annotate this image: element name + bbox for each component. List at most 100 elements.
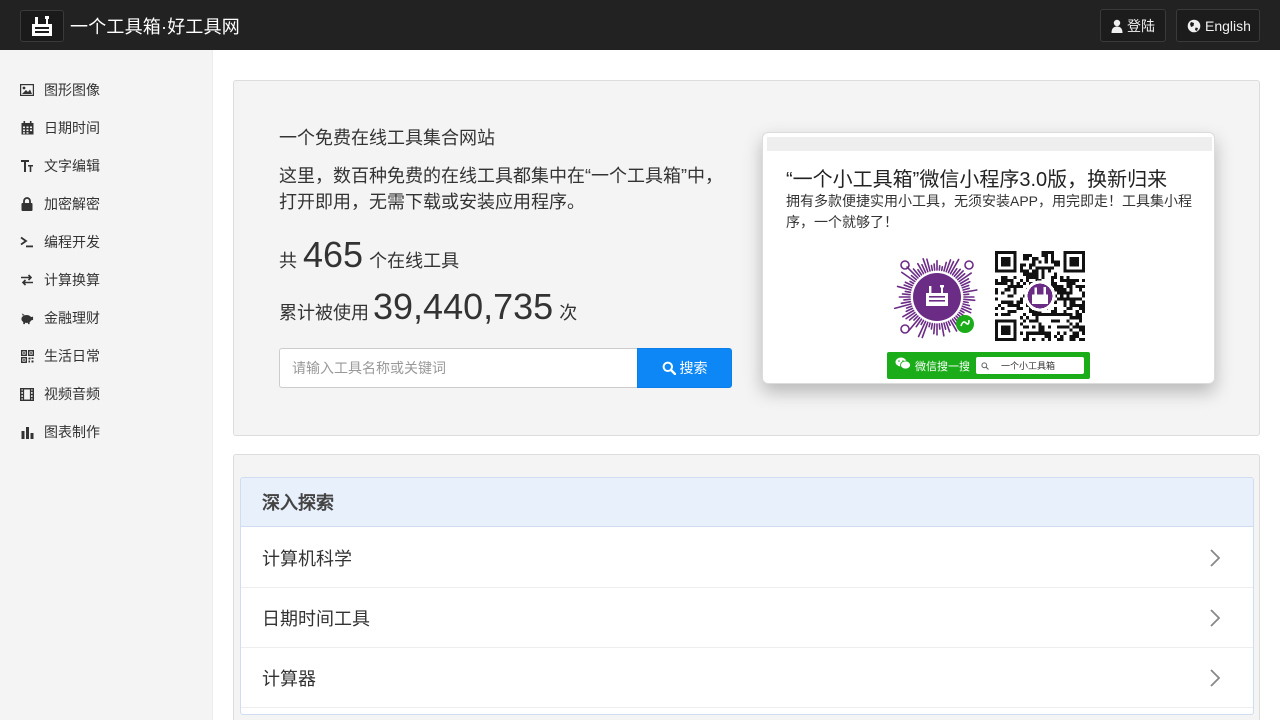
qr-cell [1078,313,1082,317]
qr-cell [1078,325,1082,329]
qr-cell [1078,319,1082,323]
qr-cell [1081,303,1085,307]
exchange-icon [20,273,34,287]
qr-cell [1078,306,1082,310]
qr-cell [1022,269,1027,273]
qr-cell [1050,260,1054,264]
qr-cell [1032,275,1036,279]
qr-cell [1026,254,1030,258]
qr-cell [1047,251,1051,255]
qr-cell [1032,263,1036,267]
qr-cell [1010,282,1014,286]
qr-cell [1041,325,1045,329]
qr-cell [1050,275,1054,279]
language-button[interactable]: English [1176,9,1260,42]
qr-cell [1004,313,1008,317]
sidebar-item-charts[interactable]: 图表制作 [0,413,213,451]
mini-program-promo-card[interactable]: “一个小工具箱”微信小程序3.0版，换新归来 拥有多款便捷实用小工具，无须安装A… [762,132,1215,384]
qr-cell [1066,297,1070,301]
qr-cell [1029,319,1033,323]
sidebar-item-datetime[interactable]: 日期时间 [0,109,213,147]
qr-cell [1007,294,1011,298]
qr-cell [1044,254,1048,258]
qr-cell [1044,251,1048,255]
qr-cell [1026,275,1030,279]
sidebar-item-label: 计算换算 [44,272,100,288]
qr-cell [1044,260,1048,264]
explore-item-computer-science[interactable]: 计算机科学 [241,528,1253,588]
qr-cell [1057,331,1061,335]
qr-cell [1066,291,1070,295]
qr-cell [998,282,1002,286]
qr-cell [1019,300,1023,304]
login-button[interactable]: 登陆 [1100,9,1166,42]
qr-cell [1075,313,1079,317]
qr-cell [1069,303,1073,307]
qr-cell [1072,325,1076,329]
search-button[interactable]: 搜索 [637,348,732,388]
qr-cell [1032,272,1036,276]
qr-cell [1081,306,1085,310]
chevron-right-icon [1209,668,1221,688]
qr-cell [1007,288,1011,292]
toolbox-logo-icon [20,10,64,42]
code-ray [962,289,978,294]
qr-cell [1050,278,1054,283]
explore-heading: 深入探索 [241,478,1253,527]
explore-item-datetime-tools[interactable]: 日期时间工具 [241,588,1253,648]
qr-cell [1007,313,1011,317]
sidebar-item-programming[interactable]: 编程开发 [0,223,213,261]
code-ray [933,263,936,271]
qr-cell [1007,309,1011,314]
qr-cell [1081,309,1085,314]
sidebar-item-calculation[interactable]: 计算换算 [0,261,213,299]
qr-cell [1069,316,1073,320]
qr-cell [1022,325,1027,329]
user-icon [1111,19,1123,33]
qr-cell [1078,328,1082,332]
wechat-search-bar[interactable]: 微信搜一搜 一个小工具箱 [887,352,1090,379]
qr-cell [1016,285,1020,289]
qr-cell [1060,288,1064,292]
qr-cell [1029,272,1033,276]
tool-count-prefix: 共 [279,251,297,271]
qr-cell [1063,278,1067,283]
qr-cell [1075,303,1079,307]
qr-cell [1032,331,1036,335]
wechat-search-box: 一个小工具箱 [976,357,1084,374]
sidebar-item-daily-life[interactable]: 生活日常 [0,337,213,375]
qr-cell [1053,285,1058,289]
qr-cell [1001,313,1005,317]
brand-link[interactable]: 一个工具箱·好工具网 [20,10,240,42]
qr-cell [1041,331,1045,335]
qr-cell [1066,285,1070,289]
sidebar-item-text[interactable]: 文字编辑 [0,147,213,185]
qr-cell [1038,331,1042,335]
qr-cell [1047,325,1051,329]
qr-cell [1032,260,1036,264]
qr-cell [1004,300,1008,304]
sidebar-item-video-audio[interactable]: 视频音频 [0,375,213,413]
sidebar-item-graphics[interactable]: 图形图像 [0,71,213,109]
qr-cell [1057,291,1061,295]
qr-cell [1053,260,1058,264]
qr-cell [1060,297,1064,301]
qr-cell [1081,331,1085,335]
sidebar-item-crypto[interactable]: 加密解密 [0,185,213,223]
promo-top-strip [767,137,1212,151]
qr-cell [995,278,999,283]
qr-cell [1022,254,1027,258]
qr-cell [1041,254,1045,258]
qr-cell [1041,275,1045,279]
qr-cell [1050,309,1054,314]
explore-item-calculator[interactable]: 计算器 [241,648,1253,708]
qr-cell [1081,337,1085,341]
qr-cell [1019,285,1023,289]
qr-cell [1069,297,1073,301]
qr-cell [1081,278,1085,283]
qr-cell [1053,313,1058,317]
sidebar-item-finance[interactable]: 金融理财 [0,299,213,337]
qr-cell [1063,291,1067,295]
qr-cell [1066,294,1070,298]
search-input[interactable] [279,348,637,388]
